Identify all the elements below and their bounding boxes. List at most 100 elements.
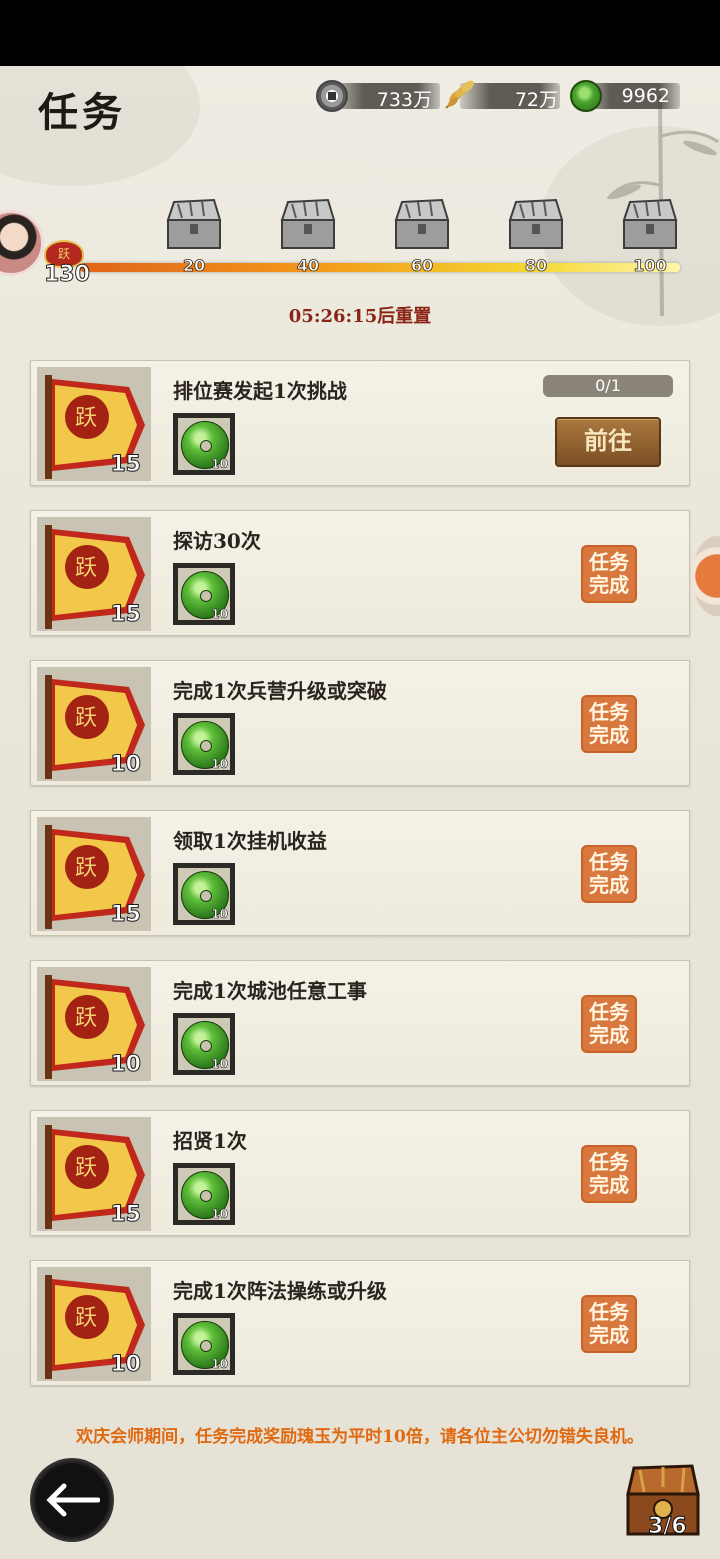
milestone-label: 40 bbox=[296, 256, 320, 276]
reset-timer: 05:26:15后重置 bbox=[288, 306, 432, 327]
task-name: 完成1次城池任意工事 bbox=[173, 979, 367, 1003]
status-label: 任务 完成 bbox=[589, 1300, 629, 1347]
activity-points: 15 bbox=[110, 602, 142, 628]
copper-coin-icon bbox=[316, 80, 348, 112]
milestone-label: 60 bbox=[410, 256, 434, 276]
task-card: 跃 10 完成1次城池任意工事 10 任务 完成 bbox=[30, 960, 690, 1086]
svg-text:跃: 跃 bbox=[75, 856, 97, 881]
reward-chest-20[interactable] bbox=[162, 196, 226, 254]
reward-chest-100[interactable] bbox=[618, 196, 682, 254]
activity-flag: 跃 15 bbox=[37, 367, 151, 481]
activity-flag: 跃 10 bbox=[37, 1267, 151, 1381]
task-complete-stamp: 任务 完成 bbox=[581, 995, 637, 1053]
reward-count: 10 bbox=[211, 457, 228, 472]
reward-chest-60[interactable] bbox=[390, 196, 454, 254]
activity-flag: 跃 15 bbox=[37, 1117, 151, 1231]
activity-points: 10 bbox=[110, 752, 142, 778]
svg-text:跃: 跃 bbox=[75, 1306, 97, 1331]
reward-slot: 10 bbox=[178, 568, 230, 622]
reward-slot: 10 bbox=[178, 718, 230, 772]
activity-progress: 跃 130 20 40 60 80 100 bbox=[0, 196, 720, 296]
task-card: 跃 15 领取1次挂机收益 10 任务 完成 bbox=[30, 810, 690, 936]
reward-count: 10 bbox=[211, 607, 228, 622]
task-progress: 0/1 bbox=[543, 375, 673, 397]
activity-flag: 跃 15 bbox=[37, 517, 151, 631]
svg-text:跃: 跃 bbox=[75, 556, 97, 581]
reward-count: 10 bbox=[211, 757, 228, 772]
activity-badge-char: 跃 bbox=[58, 247, 71, 261]
activity-flag: 跃 10 bbox=[37, 967, 151, 1081]
task-complete-stamp: 任务 完成 bbox=[581, 1295, 637, 1353]
task-card: 跃 10 完成1次阵法操练或升级 10 任务 完成 bbox=[30, 1260, 690, 1386]
event-notice: 欢庆会师期间，任务完成奖励瑰玉为平时10倍，请各位主公切勿错失良机。 bbox=[76, 1427, 644, 1447]
chest-icon bbox=[622, 198, 678, 249]
chest-icon bbox=[166, 198, 222, 249]
chest-icon bbox=[280, 198, 336, 249]
svg-text:跃: 跃 bbox=[75, 406, 97, 431]
task-complete-stamp: 任务 完成 bbox=[581, 845, 637, 903]
back-button[interactable] bbox=[30, 1458, 114, 1542]
svg-text:跃: 跃 bbox=[75, 1006, 97, 1031]
activity-flag: 跃 15 bbox=[37, 817, 151, 931]
svg-text:跃: 跃 bbox=[75, 1156, 97, 1181]
reward-item[interactable]: 10 bbox=[173, 1163, 235, 1225]
milestone-label: 20 bbox=[182, 256, 206, 276]
milestone-label: 100 bbox=[633, 256, 667, 276]
activity-value: 130 bbox=[44, 262, 91, 288]
task-name: 完成1次兵营升级或突破 bbox=[173, 679, 387, 703]
activity-points: 15 bbox=[110, 902, 142, 928]
chest-icon bbox=[508, 198, 564, 249]
reward-slot: 10 bbox=[178, 418, 230, 472]
grain-value: 72万 bbox=[514, 89, 558, 111]
reward-item[interactable]: 10 bbox=[173, 1013, 235, 1075]
reward-count: 10 bbox=[211, 1207, 228, 1222]
reward-count: 10 bbox=[211, 1057, 228, 1072]
task-card: 跃 15 排位赛发起1次挑战 10 0/1 前往 bbox=[30, 360, 690, 486]
reward-chest-80[interactable] bbox=[504, 196, 568, 254]
reward-slot: 10 bbox=[178, 868, 230, 922]
task-name: 探访30次 bbox=[173, 529, 261, 553]
jade-icon bbox=[570, 80, 602, 112]
chest-progress: 3/6 bbox=[648, 1514, 688, 1540]
svg-text:跃: 跃 bbox=[75, 706, 97, 731]
reward-chest-40[interactable] bbox=[276, 196, 340, 254]
task-card: 跃 10 完成1次兵营升级或突破 10 任务 完成 bbox=[30, 660, 690, 786]
jade-value: 9962 bbox=[621, 85, 670, 107]
task-name: 排位赛发起1次挑战 bbox=[173, 379, 347, 403]
task-page: 任务 733万 72万 9962 跃 130 20 40 60 80 100 0… bbox=[0, 66, 720, 1559]
reward-slot: 10 bbox=[178, 1168, 230, 1222]
status-label: 任务 完成 bbox=[589, 1000, 629, 1047]
status-label: 任务 完成 bbox=[589, 550, 629, 597]
goto-button[interactable]: 前往 bbox=[555, 417, 661, 467]
reward-item[interactable]: 10 bbox=[173, 1313, 235, 1375]
activity-points: 15 bbox=[110, 452, 142, 478]
reward-item[interactable]: 10 bbox=[173, 713, 235, 775]
chest-icon bbox=[394, 198, 450, 249]
task-complete-stamp: 任务 完成 bbox=[581, 695, 637, 753]
task-complete-stamp: 任务 完成 bbox=[581, 545, 637, 603]
activity-points: 15 bbox=[110, 1202, 142, 1228]
status-bar bbox=[0, 0, 720, 66]
side-shortcut-button[interactable] bbox=[692, 536, 720, 616]
task-name: 招贤1次 bbox=[173, 1129, 247, 1153]
avatar[interactable] bbox=[0, 210, 44, 276]
status-label: 任务 完成 bbox=[589, 700, 629, 747]
reward-item[interactable]: 10 bbox=[173, 563, 235, 625]
grain-icon bbox=[445, 80, 474, 109]
reward-item[interactable]: 10 bbox=[173, 863, 235, 925]
task-card: 跃 15 探访30次 10 任务 完成 bbox=[30, 510, 690, 636]
status-label: 任务 完成 bbox=[589, 1150, 629, 1197]
reward-count: 10 bbox=[211, 907, 228, 922]
milestone-label: 80 bbox=[524, 256, 548, 276]
task-card: 跃 15 招贤1次 10 任务 完成 bbox=[30, 1110, 690, 1236]
reward-count: 10 bbox=[211, 1357, 228, 1372]
activity-flag: 跃 10 bbox=[37, 667, 151, 781]
task-name: 完成1次阵法操练或升级 bbox=[173, 1279, 387, 1303]
activity-points: 10 bbox=[110, 1052, 142, 1078]
reward-item[interactable]: 10 bbox=[173, 413, 235, 475]
back-arrow-icon bbox=[46, 1483, 100, 1517]
status-label: 任务 完成 bbox=[589, 850, 629, 897]
task-complete-stamp: 任务 完成 bbox=[581, 1145, 637, 1203]
task-name: 领取1次挂机收益 bbox=[173, 829, 327, 853]
page-title: 任务 bbox=[38, 89, 126, 136]
